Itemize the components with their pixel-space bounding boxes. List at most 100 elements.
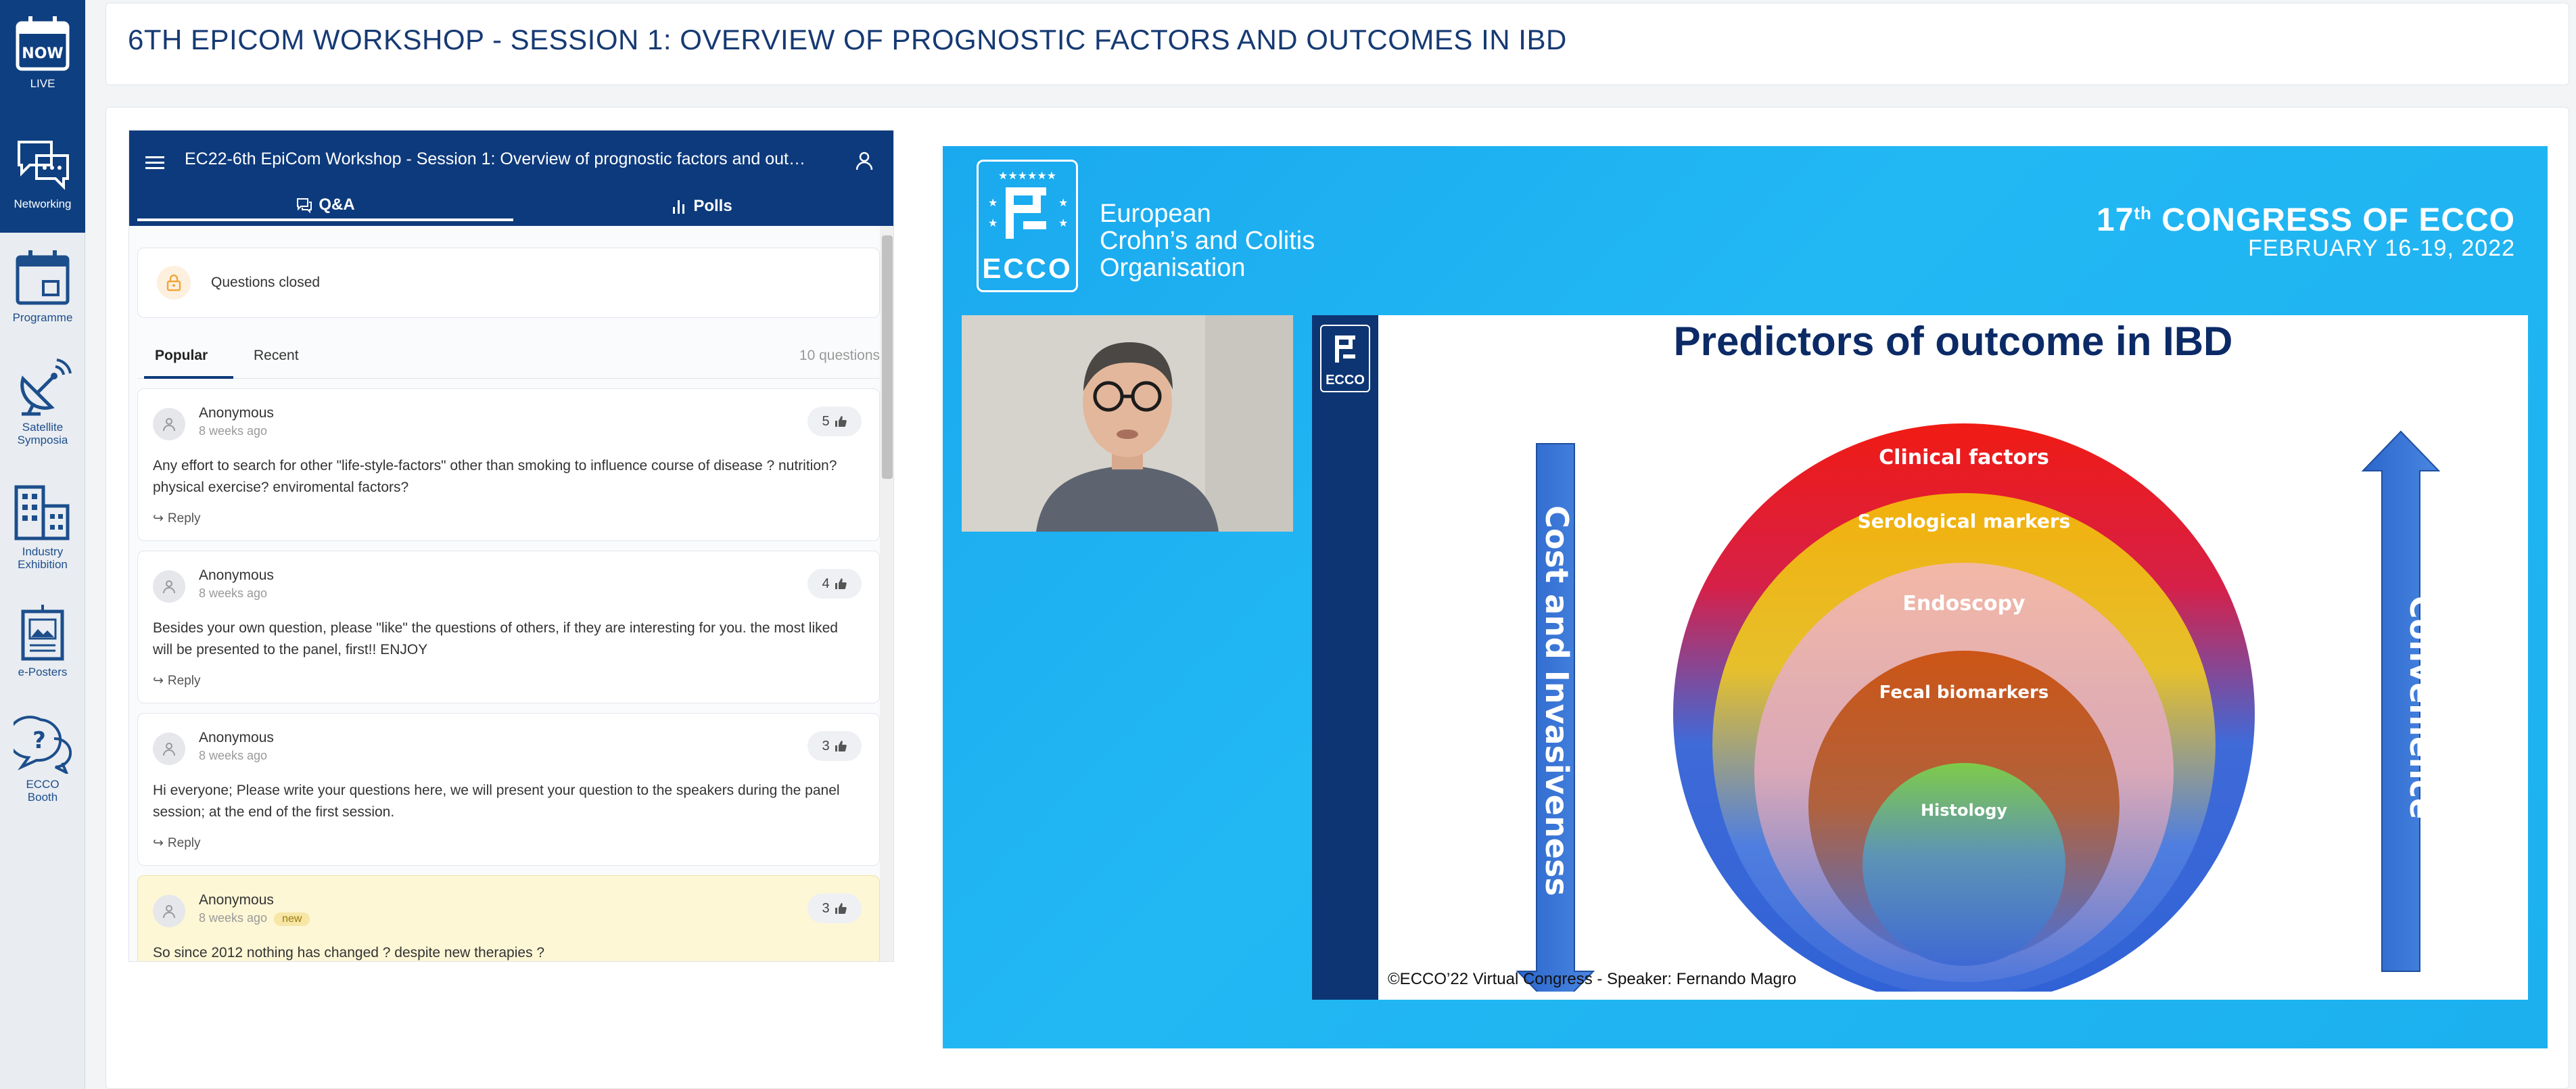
reply-arrow-icon: ↪: [153, 511, 164, 526]
qa-panel: EC22-6th EpiCom Workshop - Session 1: Ov…: [128, 130, 894, 962]
page-title: 6TH EPICOM WORKSHOP - SESSION 1: OVERVIE…: [128, 24, 1567, 55]
active-tab-underline: [144, 376, 233, 379]
cost-invasiveness-label: Cost and Invasiveness: [1539, 505, 1575, 896]
questions-closed-text: Questions closed: [211, 275, 321, 290]
reply-label: Reply: [167, 835, 201, 850]
cost-invasiveness-arrow: Cost and Invasiveness: [1516, 443, 1595, 992]
like-count: 3: [822, 900, 830, 916]
svg-text:★: ★: [1058, 196, 1068, 209]
hamburger-menu-icon[interactable]: [143, 149, 170, 177]
lock-icon-wrap: [157, 266, 191, 300]
chat-bubbles-icon: [18, 141, 69, 190]
reply-arrow-icon: ↪: [153, 674, 164, 688]
nav-item-live[interactable]: NOW LIVE: [0, 0, 85, 108]
presentation-slide: ECCO Predictors of outcome in IBD Cost a…: [1312, 315, 2528, 1000]
now-badge: NOW: [22, 45, 63, 62]
nav-item-programme[interactable]: Programme: [0, 249, 85, 337]
question-text: Any effort to search for other "life-sty…: [153, 458, 837, 495]
nav-item-e-posters[interactable]: e-Posters: [0, 603, 85, 691]
user-icon[interactable]: [853, 149, 876, 172]
question-text: So since 2012 nothing has changed ? desp…: [153, 945, 545, 960]
qa-body: Questions closed Popular Recent 10 quest…: [129, 226, 893, 961]
speaker-video: [962, 315, 1293, 532]
reply-button[interactable]: ↪ Reply: [153, 511, 201, 526]
qa-header: EC22-6th EpiCom Workshop - Session 1: Ov…: [129, 131, 893, 226]
question-time: 8 weeks ago new: [199, 911, 310, 926]
svg-text:★: ★: [988, 216, 998, 229]
nav-label-live: LIVE: [30, 77, 55, 90]
question-time: 8 weeks ago: [199, 424, 268, 438]
ecco-emblem-icon: ★★★★★★ ★ ★ ★ ★: [988, 169, 1068, 239]
tab-polls[interactable]: Polls: [513, 191, 889, 221]
scrollbar[interactable]: [880, 226, 893, 961]
svg-text:?: ?: [32, 727, 46, 754]
thumbs-up-icon: [835, 416, 847, 427]
like-button[interactable]: 3: [807, 894, 862, 923]
question-author: Anonymous: [199, 892, 274, 908]
label-serological-markers: Serological markers: [1858, 510, 2071, 532]
nav-item-ecco-booth[interactable]: ? ECCO Booth: [0, 716, 85, 824]
side-navigation: NOW LIVE Networking Programme Satellite …: [0, 0, 85, 1089]
sort-popular-tab[interactable]: Popular: [155, 348, 208, 364]
reply-button[interactable]: ↪ Reply: [153, 673, 201, 689]
video-stage[interactable]: ★★★★★★ ★ ★ ★ ★ ECCO European Crohn’s and…: [943, 146, 2548, 1048]
tab-qa[interactable]: Q&A: [137, 191, 513, 221]
slide-footer: ©ECCO’22 Virtual Congress - Speaker: Fer…: [1388, 970, 1797, 988]
question-count: 10 questions: [799, 348, 880, 363]
reply-label: Reply: [167, 673, 201, 688]
question-card-new: Anonymous 8 weeks ago new 3 So since 2012…: [137, 875, 880, 961]
label-clinical-factors: Clinical factors: [1879, 446, 2049, 469]
question-bubbles-icon: ?: [14, 716, 72, 774]
question-time-text: 8 weeks ago: [199, 911, 268, 925]
layer-histology: [1863, 763, 2065, 966]
label-fecal-biomarkers: Fecal biomarkers: [1879, 682, 2049, 703]
ecco-logo: ★★★★★★ ★ ★ ★ ★ ECCO: [977, 160, 1078, 292]
like-button[interactable]: 5: [807, 407, 862, 436]
avatar: [153, 733, 185, 765]
svg-text:★: ★: [988, 196, 998, 209]
congress-number: 17: [2097, 202, 2134, 238]
sort-recent-tab[interactable]: Recent: [254, 348, 299, 364]
congress-name: CONGRESS OF ECCO: [2151, 202, 2515, 238]
question-author: Anonymous: [199, 405, 274, 421]
calendar-icon: [16, 250, 70, 305]
avatar: [153, 570, 185, 603]
question-time: 8 weeks ago: [199, 586, 268, 600]
congress-date: FEBRUARY 16-19, 2022: [2248, 235, 2515, 261]
person-icon: [163, 743, 175, 756]
nav-label-programme: Programme: [12, 311, 73, 324]
like-count: 3: [822, 738, 830, 754]
nav-item-industry-exhibition[interactable]: Industry Exhibition: [0, 483, 85, 584]
question-card: Anonymous 8 weeks ago 3 Hi everyone; Ple…: [137, 713, 880, 866]
new-badge: new: [274, 912, 310, 926]
congress-ordinal: th: [2134, 203, 2152, 223]
scrollbar-thumb[interactable]: [882, 235, 893, 479]
thumbs-up-icon: [835, 903, 847, 914]
poster-icon: [21, 605, 64, 661]
ecco-logo-text: ECCO: [982, 252, 1073, 284]
lock-icon: [166, 274, 181, 292]
reply-button[interactable]: ↪ Reply: [153, 835, 201, 851]
satellite-dish-icon: [20, 358, 72, 416]
like-button[interactable]: 3: [807, 731, 862, 761]
congress-title: 17th CONGRESS OF ECCO: [2097, 202, 2515, 239]
like-button[interactable]: 4: [807, 569, 862, 599]
nav-item-satellite-symposia[interactable]: Satellite Symposia: [0, 358, 85, 460]
nav-label-e-posters: e-Posters: [18, 666, 68, 678]
question-card: Anonymous 8 weeks ago 5 Any effort to se…: [137, 388, 880, 541]
sort-tabs: Popular Recent 10 questions: [137, 341, 880, 379]
page-header: 6TH EPICOM WORKSHOP - SESSION 1: OVERVIE…: [106, 3, 2569, 85]
nav-label-satellite-symposia: Satellite Symposia: [17, 421, 68, 446]
nav-item-networking[interactable]: Networking: [0, 108, 85, 233]
person-icon: [163, 580, 175, 594]
question-author: Anonymous: [199, 730, 274, 745]
buildings-icon: [14, 485, 70, 540]
chat-icon: [297, 198, 312, 214]
label-endoscopy: Endoscopy: [1902, 592, 2025, 616]
person-icon: [163, 418, 175, 432]
org-name-line-2: Crohn’s and Colitis: [1100, 227, 1315, 255]
questions-closed-notice: Questions closed: [137, 248, 880, 318]
avatar: [153, 895, 185, 927]
thumbs-up-icon: [835, 578, 847, 589]
nav-label-ecco-booth: ECCO Booth: [26, 778, 60, 804]
